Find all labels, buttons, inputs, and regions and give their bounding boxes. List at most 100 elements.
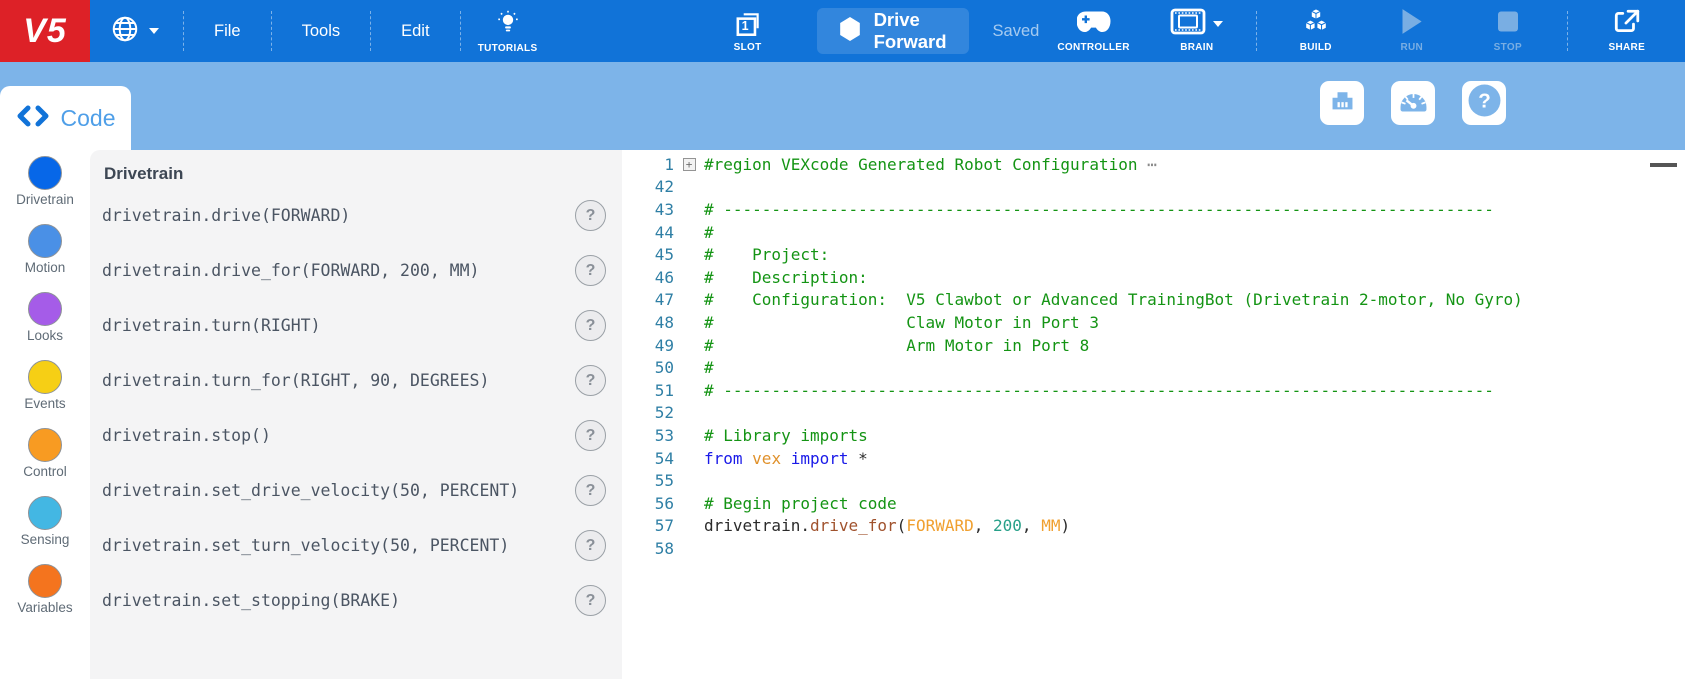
help-button[interactable]: ?	[1462, 81, 1506, 125]
share-icon	[1612, 8, 1641, 41]
command-snippet[interactable]: drivetrain.drive(FORWARD)	[102, 206, 350, 225]
line-number: 52	[622, 403, 674, 422]
command-row: drivetrain.set_stopping(BRAKE)?	[102, 573, 622, 628]
controller-button[interactable]: CONTROLLER	[1039, 9, 1147, 53]
editor-line[interactable]: 56# Begin project code	[622, 492, 1685, 515]
tab-code-label: Code	[61, 105, 116, 132]
command-snippet[interactable]: drivetrain.set_stopping(BRAKE)	[102, 591, 400, 610]
editor-line[interactable]: 55	[622, 469, 1685, 492]
command-help-button[interactable]: ?	[575, 530, 606, 561]
category-color-dot[interactable]	[28, 428, 62, 462]
tutorials-button[interactable]: TUTORIALS	[461, 8, 555, 54]
sidebar-item-motion[interactable]: Motion	[25, 224, 66, 275]
code-token: drive_for	[810, 516, 897, 535]
line-number: 58	[622, 539, 674, 558]
editor-line[interactable]: 53# Library imports	[622, 424, 1685, 447]
stop-icon	[1496, 9, 1520, 39]
build-button[interactable]: BUILD	[1269, 9, 1363, 53]
chevron-down-icon	[1213, 21, 1223, 27]
code-token: # Project:	[704, 245, 829, 264]
editor-line[interactable]: 58	[622, 537, 1685, 560]
sidebar-item-variables[interactable]: Variables	[17, 564, 72, 615]
slot-button[interactable]: 1 SLOT	[701, 9, 795, 53]
language-globe-button[interactable]	[90, 14, 183, 49]
editor-line[interactable]: 46# Description:	[622, 266, 1685, 289]
sidebar-item-sensing[interactable]: Sensing	[21, 496, 70, 547]
command-snippet[interactable]: drivetrain.stop()	[102, 426, 271, 445]
menu-edit[interactable]: Edit	[371, 22, 459, 41]
command-help-button[interactable]: ?	[575, 585, 606, 616]
command-help-button[interactable]: ?	[575, 255, 606, 286]
editor-line[interactable]: 1+#region VEXcode Generated Robot Config…	[622, 153, 1685, 176]
category-color-dot[interactable]	[28, 156, 62, 190]
scrollbar-thumb[interactable]	[1650, 163, 1677, 167]
command-help-button[interactable]: ?	[575, 475, 606, 506]
slot-icon: 1	[733, 9, 763, 39]
editor-line[interactable]: 54from vex import *	[622, 447, 1685, 470]
editor-line[interactable]: 43# ------------------------------------…	[622, 198, 1685, 221]
tutorials-label: TUTORIALS	[478, 43, 538, 54]
device-info-button[interactable]	[1320, 81, 1364, 125]
code-token: # Configuration: V5 Clawbot or Advanced …	[704, 290, 1523, 309]
editor-line[interactable]: 42	[622, 176, 1685, 199]
editor-line[interactable]: 47# Configuration: V5 Clawbot or Advance…	[622, 289, 1685, 312]
code-token	[743, 449, 753, 468]
category-color-dot[interactable]	[28, 224, 62, 258]
code-text: # Description:	[704, 268, 868, 287]
editor-line[interactable]: 49# Arm Motor in Port 8	[622, 334, 1685, 357]
palette-header: Drivetrain	[104, 164, 622, 184]
category-color-dot[interactable]	[28, 564, 62, 598]
code-token	[781, 449, 791, 468]
category-label: Sensing	[21, 532, 70, 547]
command-help-button[interactable]: ?	[575, 200, 606, 231]
editor-line[interactable]: 48# Claw Motor in Port 3	[622, 311, 1685, 334]
command-snippet[interactable]: drivetrain.set_turn_velocity(50, PERCENT…	[102, 536, 509, 555]
code-text: # Claw Motor in Port 3	[704, 313, 1099, 332]
slot-label: SLOT	[734, 42, 762, 53]
line-number: 43	[622, 200, 674, 219]
sidebar-item-events[interactable]: Events	[24, 360, 65, 411]
category-label: Drivetrain	[16, 192, 74, 207]
project-name: Drive Forward	[874, 9, 947, 53]
sidebar-item-control[interactable]: Control	[23, 428, 67, 479]
command-help-button[interactable]: ?	[575, 365, 606, 396]
dashboard-button[interactable]	[1391, 81, 1435, 125]
editor-line[interactable]: 57drivetrain.drive_for(FORWARD, 200, MM)	[622, 515, 1685, 538]
tab-code[interactable]: Code	[0, 86, 131, 150]
feedback-button[interactable]: FEEDBACK	[1676, 9, 1685, 53]
command-snippet[interactable]: drivetrain.turn(RIGHT)	[102, 316, 321, 335]
command-snippet[interactable]: drivetrain.turn_for(RIGHT, 90, DEGREES)	[102, 371, 489, 390]
code-token: # --------------------------------------…	[704, 381, 1494, 400]
fold-expand-icon[interactable]: +	[683, 158, 696, 171]
editor-line[interactable]: 51# ------------------------------------…	[622, 379, 1685, 402]
code-token: FORWARD	[906, 516, 973, 535]
command-help-button[interactable]: ?	[575, 420, 606, 451]
project-name-button[interactable]: Drive Forward	[817, 8, 969, 54]
category-color-dot[interactable]	[28, 292, 62, 326]
category-color-dot[interactable]	[28, 496, 62, 530]
command-snippet[interactable]: drivetrain.drive_for(FORWARD, 200, MM)	[102, 261, 480, 280]
category-color-dot[interactable]	[28, 360, 62, 394]
code-editor[interactable]: 1+#region VEXcode Generated Robot Config…	[622, 150, 1685, 679]
code-token: MM	[1041, 516, 1060, 535]
actions-divider	[1567, 11, 1568, 51]
command-help-button[interactable]: ?	[575, 310, 606, 341]
editor-line[interactable]: 44#	[622, 221, 1685, 244]
menu-tools[interactable]: Tools	[272, 22, 371, 41]
stop-button: STOP	[1461, 9, 1555, 53]
code-text: # Arm Motor in Port 8	[704, 336, 1089, 355]
share-button[interactable]: SHARE	[1580, 9, 1674, 53]
globe-icon	[110, 14, 140, 49]
code-token: 200	[993, 516, 1022, 535]
menu-file[interactable]: File	[184, 22, 271, 41]
command-row: drivetrain.drive(FORWARD)?	[102, 188, 622, 243]
command-snippet[interactable]: drivetrain.set_drive_velocity(50, PERCEN…	[102, 481, 519, 500]
brain-button[interactable]: BRAIN	[1150, 9, 1244, 53]
sidebar-item-looks[interactable]: Looks	[27, 292, 63, 343]
command-row: drivetrain.drive_for(FORWARD, 200, MM)?	[102, 243, 622, 298]
brain-icon	[1170, 8, 1206, 40]
editor-line[interactable]: 50#	[622, 356, 1685, 379]
sidebar-item-drivetrain[interactable]: Drivetrain	[16, 156, 74, 207]
editor-line[interactable]: 45# Project:	[622, 243, 1685, 266]
editor-line[interactable]: 52	[622, 402, 1685, 425]
